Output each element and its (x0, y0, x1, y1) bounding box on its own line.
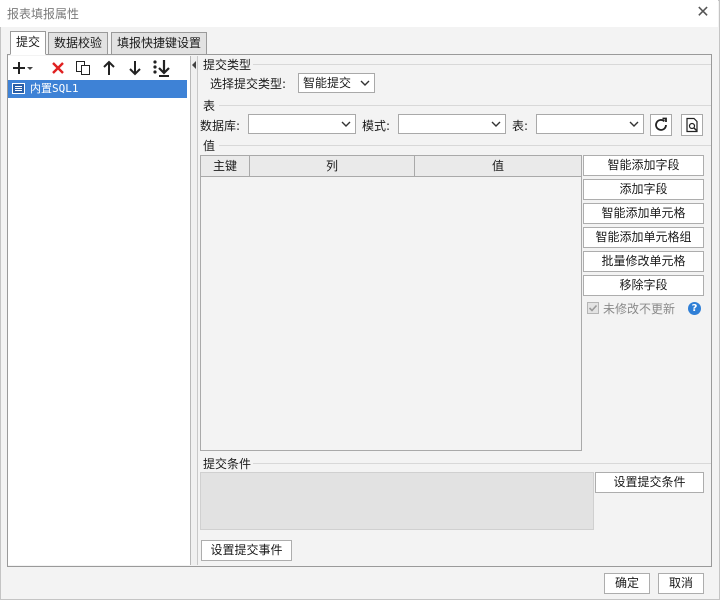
submit-type-value: 智能提交 (303, 76, 352, 90)
copy-icon[interactable] (72, 58, 94, 78)
pane-splitter[interactable] (191, 56, 198, 565)
tree-item-sql1[interactable]: 内置SQL1 (8, 80, 187, 98)
window-title: 报表填报属性 (7, 7, 80, 21)
tab-submit[interactable]: 提交 (10, 31, 47, 55)
move-to-bottom-icon[interactable] (151, 58, 173, 78)
submit-condition-area (200, 472, 594, 530)
delete-icon[interactable] (47, 58, 69, 78)
schema-label: 模式: (362, 119, 391, 133)
section-title-value: 值 (203, 139, 216, 153)
cancel-button[interactable]: 取消 (658, 573, 704, 594)
tab-data-validation[interactable]: 数据校验 (48, 32, 109, 55)
sql-list-pane (8, 56, 191, 565)
chevron-down-icon (625, 115, 643, 133)
schema-select[interactable] (398, 114, 506, 134)
database-select[interactable] (248, 114, 356, 134)
smart-add-fields-button[interactable]: 智能添加字段 (583, 155, 704, 176)
section-title-submit-type: 提交类型 (203, 58, 252, 72)
tree-item-label: 内置SQL1 (30, 82, 79, 95)
skip-unmodified-checkbox[interactable] (587, 302, 599, 314)
set-submit-condition-button[interactable]: 设置提交条件 (595, 472, 704, 493)
add-dropdown-icon[interactable] (12, 58, 34, 78)
table-icon (12, 83, 25, 94)
table-select[interactable] (536, 114, 644, 134)
help-icon[interactable]: ? (688, 302, 701, 315)
batch-modify-cells-button[interactable]: 批量修改单元格 (583, 251, 704, 272)
tab-shortcut-settings[interactable]: 填报快捷键设置 (111, 32, 208, 55)
ok-button[interactable]: 确定 (604, 573, 650, 594)
smart-add-cell-group-button[interactable]: 智能添加单元格组 (583, 227, 704, 248)
section-divider (253, 64, 711, 65)
section-divider (219, 105, 711, 106)
chevron-down-icon (356, 74, 374, 92)
section-title-submit-condition: 提交条件 (203, 457, 252, 471)
field-mapping-table[interactable]: 主键 列 值 (200, 155, 582, 451)
collapse-arrow-icon[interactable] (191, 61, 198, 71)
section-divider (253, 463, 711, 464)
table-label: 表: (512, 119, 529, 133)
column-header-value[interactable]: 值 (415, 156, 581, 176)
column-header-column[interactable]: 列 (250, 156, 415, 176)
title-bar: 报表填报属性 ✕ (0, 0, 718, 27)
set-submit-event-button[interactable]: 设置提交事件 (201, 540, 292, 561)
refresh-icon[interactable] (650, 114, 672, 136)
table-header: 主键 列 值 (201, 156, 581, 177)
move-down-icon[interactable] (124, 58, 146, 78)
move-up-icon[interactable] (98, 58, 120, 78)
database-label: 数据库: (200, 119, 241, 133)
submit-type-label: 选择提交类型: (210, 77, 287, 91)
remove-field-button[interactable]: 移除字段 (583, 275, 704, 296)
smart-add-cells-button[interactable]: 智能添加单元格 (583, 203, 704, 224)
chevron-down-icon (337, 115, 355, 133)
column-header-primary-key[interactable]: 主键 (201, 156, 250, 176)
section-title-table: 表 (203, 99, 216, 113)
skip-unmodified-label: 未修改不更新 (603, 302, 676, 316)
preview-icon[interactable] (681, 114, 703, 136)
close-icon[interactable]: ✕ (694, 3, 712, 21)
section-divider (219, 145, 711, 146)
add-field-button[interactable]: 添加字段 (583, 179, 704, 200)
submit-type-select[interactable]: 智能提交 (298, 73, 375, 93)
chevron-down-icon (487, 115, 505, 133)
